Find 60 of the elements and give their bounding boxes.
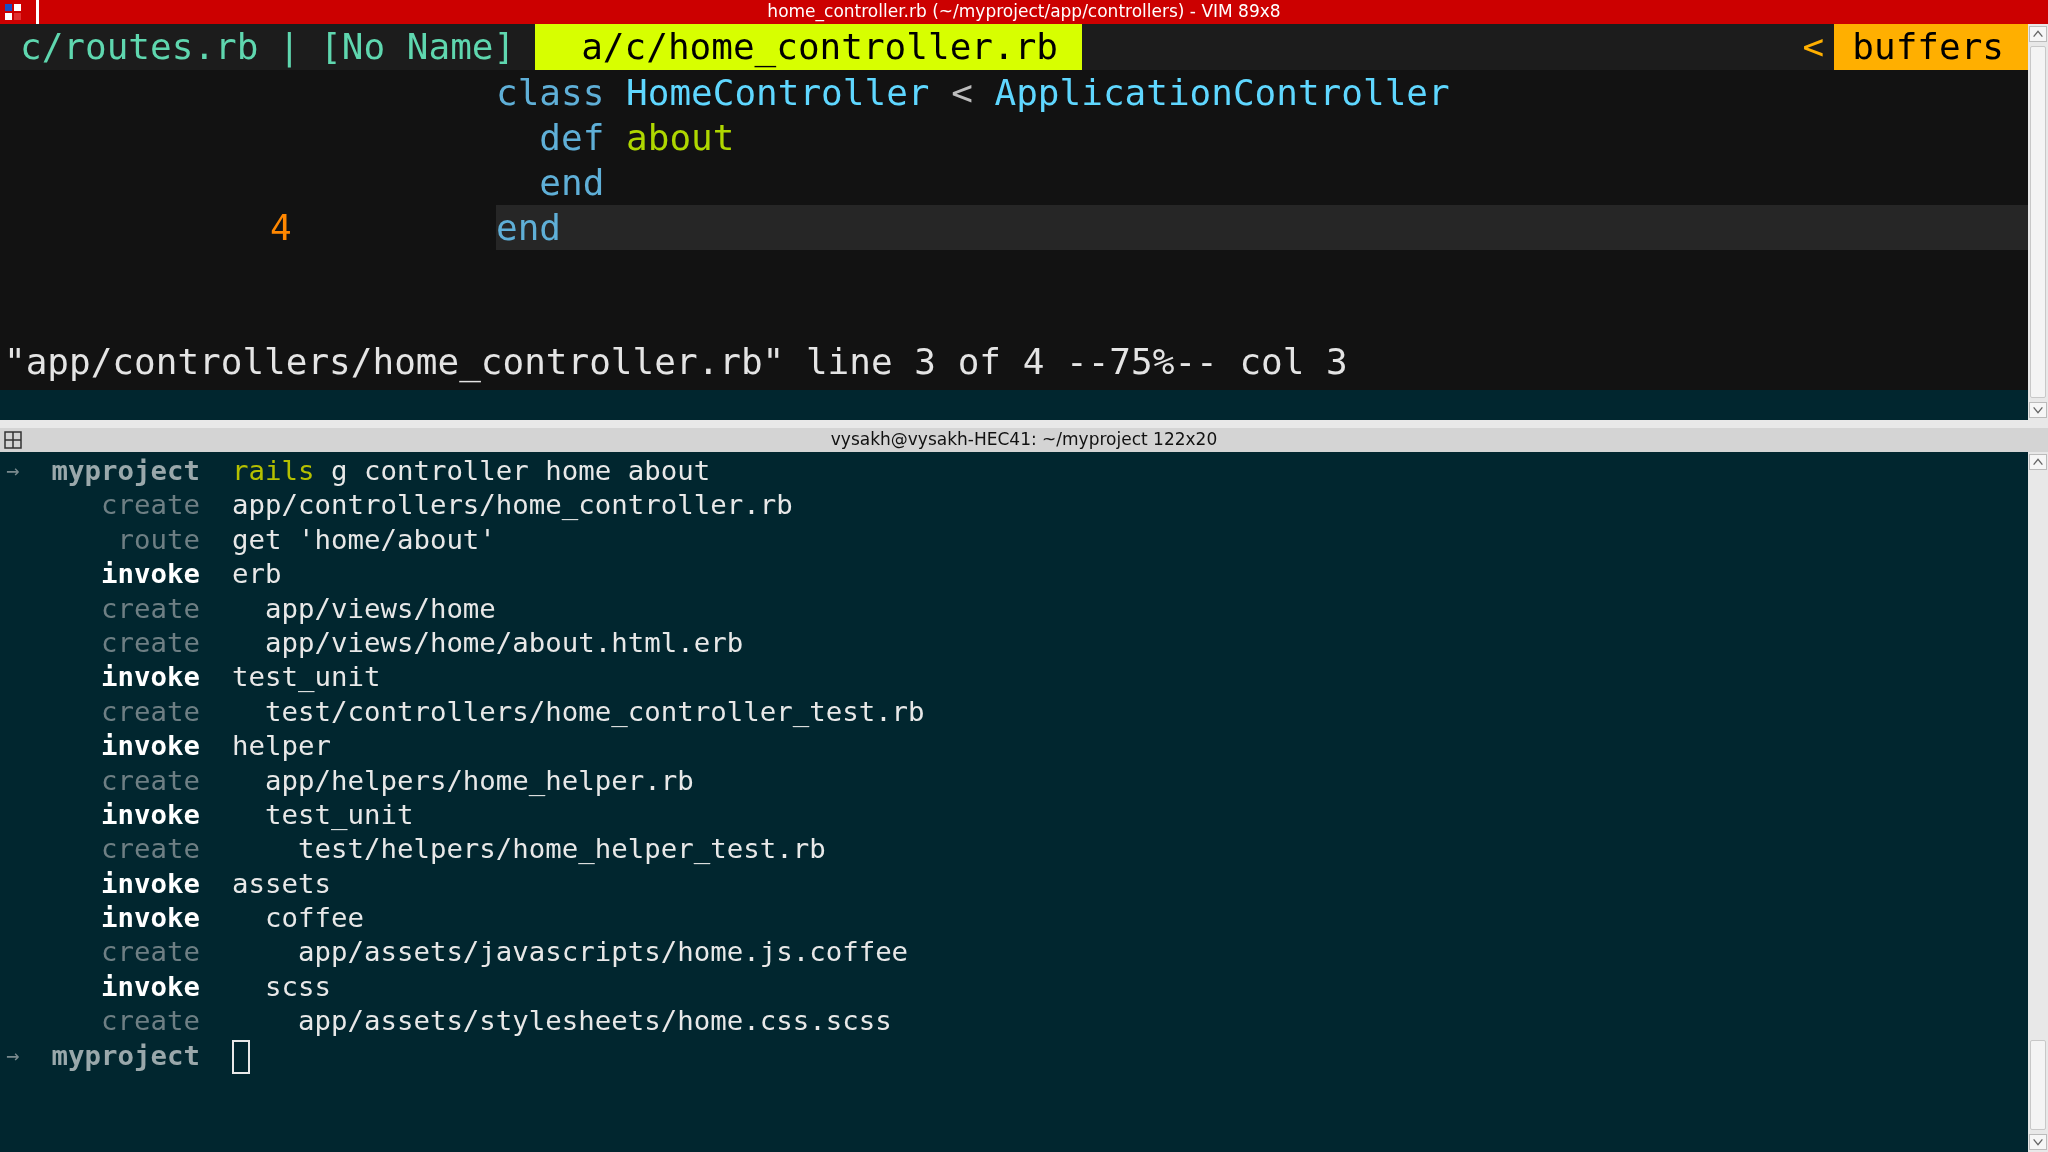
action-label: create [100,488,200,523]
output-text: helper [232,729,331,764]
action-label: create [100,832,200,867]
output-text: coffee [263,901,364,936]
action-label: invoke [100,866,200,901]
action-label: invoke [100,557,200,592]
prompt-directory: myproject [50,454,200,488]
buffers-label: buffers [1834,24,2028,70]
output-text: test/helpers/home_helper_test.rb [296,832,826,867]
command-text: rails g controller home about [231,454,711,488]
output-text: test_unit [263,797,414,832]
output-text: scss [263,969,331,1004]
scroll-up-icon[interactable] [2029,26,2047,42]
output-text: app/views/home/about.html.erb [263,625,744,660]
buffers-arrow: < [1802,25,1826,69]
output-text: assets [232,866,331,901]
window-title: vysakh@vysakh-HEC41: ~/myproject 122x20 [830,428,1218,452]
output-text: erb [232,557,282,592]
prompt-arrow: → [5,1041,21,1070]
tab-separator: | [278,25,301,70]
output-text: app/assets/javascripts/home.js.coffee [296,935,909,970]
code-line: def about [538,117,735,158]
output-text: app/controllers/home_controller.rb [232,488,793,523]
output-text: test/controllers/home_controller_test.rb [263,694,925,729]
scroll-down-icon[interactable] [2029,1134,2047,1150]
action-label: create [100,763,200,798]
code-line: class HomeController < ApplicationController [496,72,1450,113]
output-text: app/views/home [263,591,496,626]
action-label: invoke [100,729,200,764]
scrollbar[interactable] [2028,452,2048,1152]
output-text: app/assets/stylesheets/home.css.scss [296,1004,892,1039]
prompt-directory: myproject [50,1038,200,1073]
scrollbar[interactable] [2028,24,2048,420]
action-label: create [100,694,200,729]
scroll-up-icon[interactable] [2029,454,2047,470]
action-label: create [100,935,200,970]
action-label: invoke [100,660,200,695]
buffer-tab[interactable]: c/routes.rb [0,24,279,70]
action-label: route [116,522,200,557]
action-label: invoke [100,797,200,832]
action-label: invoke [100,901,200,936]
line-number: 4 [270,207,292,248]
action-label: create [100,591,200,626]
prompt-arrow: → [5,457,21,485]
output-text: test_unit [232,660,381,695]
scroll-thumb[interactable] [2030,46,2046,398]
buffer-tab[interactable]: a/c/home_controller.rb [535,24,1082,70]
window-menu-icon[interactable] [4,3,22,21]
action-label: invoke [100,969,200,1004]
window-menu-icon[interactable] [4,431,22,449]
action-label: create [100,1004,200,1039]
buffer-tab[interactable]: [No Name] [300,24,536,70]
code-line: end [538,162,605,203]
action-label: create [100,625,200,660]
scroll-down-icon[interactable] [2029,402,2047,418]
output-text: get 'home/about' [232,522,496,557]
code-line: end [496,207,562,248]
scroll-thumb[interactable] [2030,1040,2046,1130]
output-text: app/helpers/home_helper.rb [263,763,694,798]
window-title: home_controller.rb (~/myproject/app/controllers) - VIM 89x8 [767,0,1281,24]
